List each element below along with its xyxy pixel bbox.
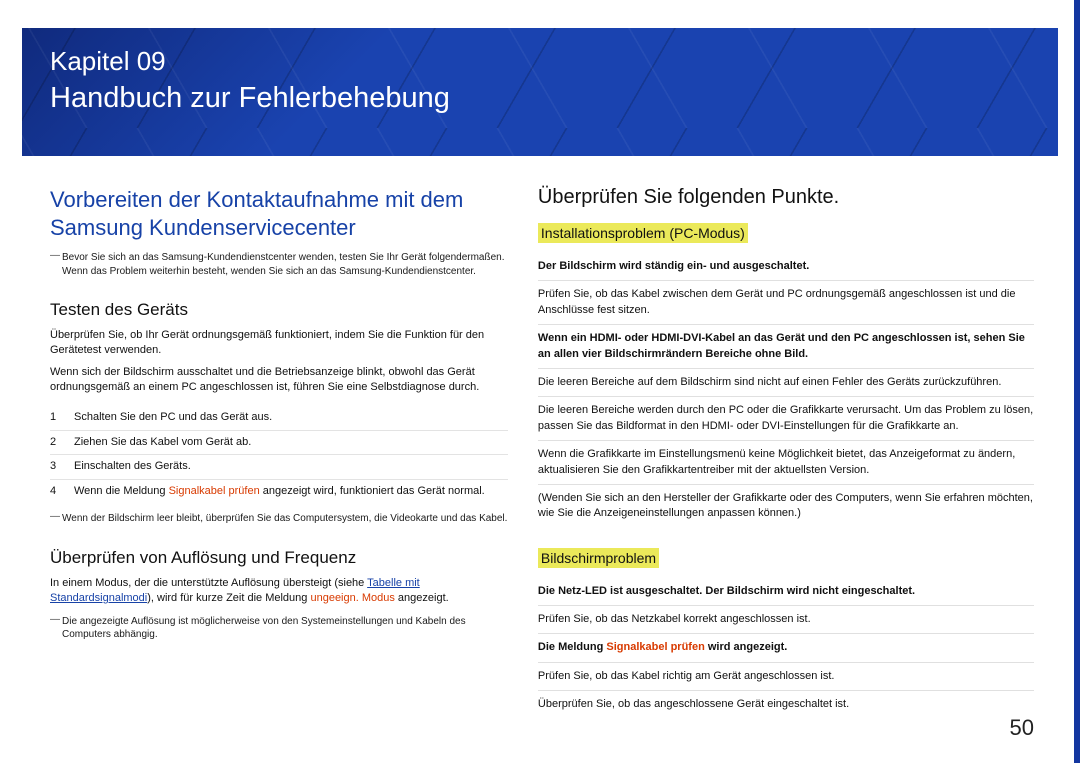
install-problem-table: Der Bildschirm wird ständig ein- und aus…	[538, 253, 1034, 528]
left-column: Vorbereiten der Kontaktaufnahme mit dem …	[50, 186, 508, 719]
install-problem-heading-wrap: Installationsproblem (PC-Modus)	[538, 225, 1034, 243]
step-list: 1 Schalten Sie den PC und das Gerät aus.…	[50, 406, 508, 505]
step-num: 1	[50, 410, 64, 426]
step-num: 2	[50, 435, 64, 451]
table-row: Wenn ein HDMI- oder HDMI-DVI-Kabel an da…	[538, 325, 1034, 369]
res-p-warn: ungeeign. Modus	[310, 592, 394, 604]
table-row: Der Bildschirm wird ständig ein- und aus…	[538, 253, 1034, 281]
sec-testing-p1: Überprüfen Sie, ob Ihr Gerät ordnungsgem…	[50, 328, 508, 359]
res-p-post: angezeigt.	[395, 592, 449, 604]
step-text: Schalten Sie den PC und das Gerät aus.	[74, 410, 508, 426]
right-main-heading: Überprüfen Sie folgenden Punkte.	[538, 186, 1034, 209]
left-main-note: Bevor Sie sich an das Samsung-Kundendien…	[50, 251, 508, 278]
step4-warn: Signalkabel prüfen	[169, 485, 260, 497]
step-item: 3 Einschalten des Geräts.	[50, 455, 508, 480]
res-p-mid: ), wird für kurze Zeit die Meldung	[147, 592, 310, 604]
table-row: Die leeren Bereiche auf dem Bildschirm s…	[538, 369, 1034, 397]
step-num: 4	[50, 484, 64, 500]
msg-warn: Signalkabel prüfen	[606, 641, 704, 653]
sec-testing-p2: Wenn sich der Bildschirm ausschaltet und…	[50, 365, 508, 396]
step-item: 2 Ziehen Sie das Kabel vom Gerät ab.	[50, 431, 508, 456]
sec-resolution-heading: Überprüfen von Auflösung und Frequenz	[50, 548, 508, 568]
sec-resolution-p: In einem Modus, der die unterstützte Auf…	[50, 576, 508, 607]
table-row: (Wenden Sie sich an den Hersteller der G…	[538, 485, 1034, 528]
chapter-header: Kapitel 09 Handbuch zur Fehlerbehebung	[22, 28, 1058, 156]
right-column: Überprüfen Sie folgenden Punkte. Install…	[538, 186, 1034, 719]
step-num: 3	[50, 459, 64, 475]
screen-problem-heading: Bildschirmproblem	[538, 548, 659, 568]
step4-pre: Wenn die Meldung	[74, 485, 169, 497]
page-right-edge	[1074, 0, 1080, 763]
table-row: Die Netz-LED ist ausgeschaltet. Der Bild…	[538, 578, 1034, 606]
page-number: 50	[1010, 715, 1034, 741]
table-row: Die Meldung Signalkabel prüfen wird ange…	[538, 634, 1034, 662]
content-columns: Vorbereiten der Kontaktaufnahme mit dem …	[0, 156, 1080, 719]
chapter-title-block: Kapitel 09 Handbuch zur Fehlerbehebung	[22, 28, 1058, 116]
left-main-heading: Vorbereiten der Kontaktaufnahme mit dem …	[50, 186, 508, 241]
table-row: Wenn die Grafikkarte im Einstellungsmenü…	[538, 441, 1034, 485]
sec-resolution-note: Die angezeigte Auflösung ist möglicherwe…	[50, 615, 508, 642]
msg-pre: Die Meldung	[538, 641, 606, 653]
table-row: Prüfen Sie, ob das Kabel zwischen dem Ge…	[538, 281, 1034, 325]
step-text: Ziehen Sie das Kabel vom Gerät ab.	[74, 435, 508, 451]
step-item: 4 Wenn die Meldung Signalkabel prüfen an…	[50, 480, 508, 504]
table-row: Prüfen Sie, ob das Netzkabel korrekt ang…	[538, 606, 1034, 634]
msg-post: wird angezeigt.	[705, 641, 788, 653]
res-p-pre: In einem Modus, der die unterstützte Auf…	[50, 577, 367, 589]
table-row: Die leeren Bereiche werden durch den PC …	[538, 397, 1034, 441]
page: Kapitel 09 Handbuch zur Fehlerbehebung V…	[0, 0, 1080, 763]
chapter-number: Kapitel 09	[50, 46, 1030, 77]
screen-problem-table: Die Netz-LED ist ausgeschaltet. Der Bild…	[538, 578, 1034, 719]
step-item: 1 Schalten Sie den PC und das Gerät aus.	[50, 406, 508, 431]
install-problem-heading: Installationsproblem (PC-Modus)	[538, 223, 748, 243]
table-row: Überprüfen Sie, ob das angeschlossene Ge…	[538, 691, 1034, 718]
chapter-title: Handbuch zur Fehlerbehebung	[50, 81, 1030, 116]
step-text: Wenn die Meldung Signalkabel prüfen ange…	[74, 484, 508, 500]
sec-testing-note2: Wenn der Bildschirm leer bleibt, überprü…	[50, 512, 508, 526]
sec-testing-heading: Testen des Geräts	[50, 300, 508, 320]
step4-post: angezeigt wird, funktioniert das Gerät n…	[260, 485, 485, 497]
table-row: Prüfen Sie, ob das Kabel richtig am Gerä…	[538, 663, 1034, 691]
screen-problem-heading-wrap: Bildschirmproblem	[538, 550, 1034, 568]
step-text: Einschalten des Geräts.	[74, 459, 508, 475]
